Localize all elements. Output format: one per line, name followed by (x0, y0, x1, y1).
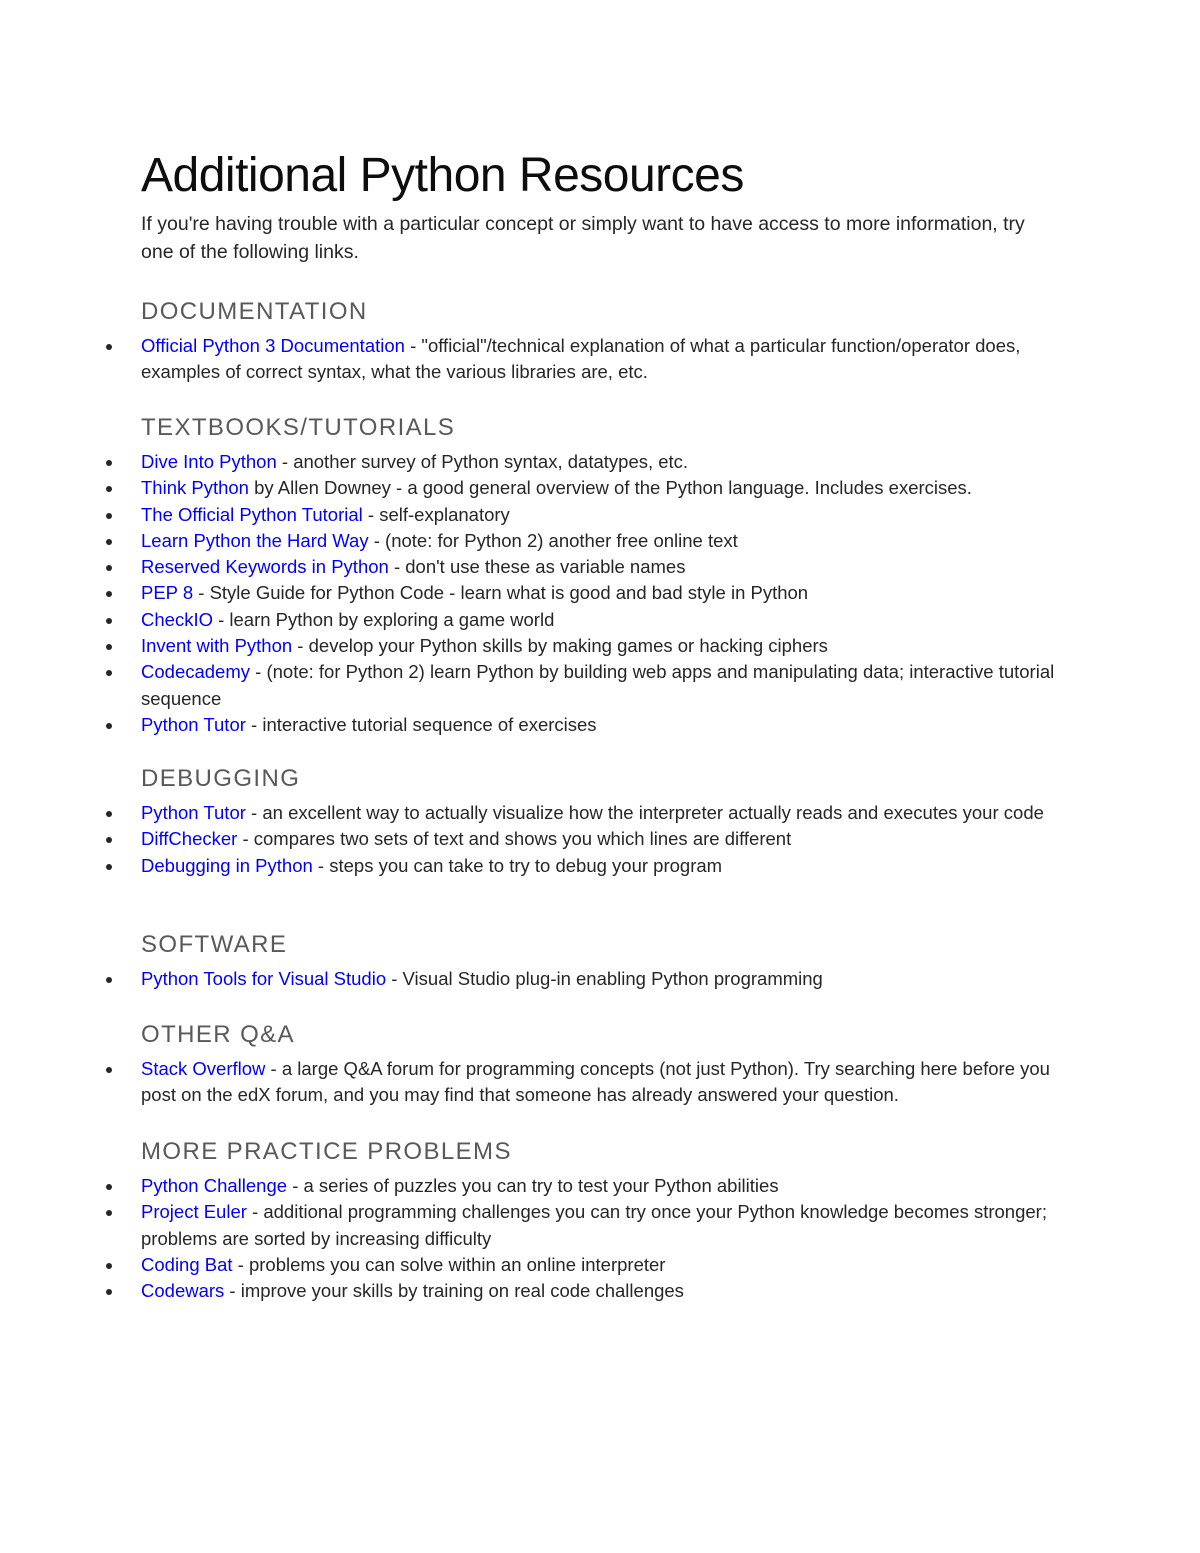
resource-link[interactable]: PEP 8 (141, 582, 193, 603)
bullet-icon (106, 617, 112, 624)
bullet-icon (106, 977, 112, 983)
resource-description: - a large Q&A forum for programming conc… (141, 1058, 1050, 1106)
section-heading: MORE PRACTICE PROBLEMS (141, 1138, 512, 1165)
bullet-icon (106, 863, 112, 870)
list-item: Coding Bat - problems you can solve with… (0, 1252, 1071, 1278)
resource-link[interactable]: Python Tutor (141, 714, 246, 735)
list-item: Debugging in Python - steps you can take… (0, 853, 1071, 879)
resource-link[interactable]: Learn Python the Hard Way (141, 530, 369, 551)
resource-link[interactable]: Project Euler (141, 1201, 247, 1222)
bullet-icon (106, 837, 112, 844)
bullet-icon (106, 591, 112, 598)
list-item: Project Euler - additional programming c… (0, 1199, 1071, 1252)
bullet-icon (106, 670, 112, 677)
list-item: CheckIO - learn Python by exploring a ga… (0, 607, 1071, 633)
resource-description: - compares two sets of text and shows yo… (237, 828, 792, 850)
resource-description: - interactive tutorial sequence of exerc… (245, 713, 597, 735)
resource-link[interactable]: CheckIO (141, 609, 213, 630)
list-item: Invent with Python - develop your Python… (0, 633, 1071, 659)
resource-description: - a series of puzzles you can try to tes… (287, 1175, 779, 1196)
resource-list: Python Tools for Visual Studio - Visual … (0, 966, 1200, 992)
list-item: Dive Into Python - another survey of Pyt… (0, 449, 1071, 475)
bullet-icon (106, 1210, 112, 1217)
list-item: Python Challenge - a series of puzzles y… (0, 1173, 1071, 1199)
resource-link[interactable]: The Official Python Tutorial (141, 504, 363, 525)
list-item: Official Python 3 Documentation - "offic… (0, 333, 1071, 386)
list-item: Python Tutor - interactive tutorial sequ… (0, 712, 1071, 738)
resource-description: - Visual Studio plug-in enabling Python … (386, 968, 823, 989)
document-page: Additional Python Resources If you're ha… (0, 0, 1200, 1553)
bullet-icon (106, 1184, 112, 1190)
list-item: Reserved Keywords in Python - don't use … (0, 554, 1071, 580)
resource-description: - don't use these as variable names (388, 556, 686, 578)
list-item: Codewars - improve your skills by traini… (0, 1278, 1071, 1304)
resource-list: Official Python 3 Documentation - "offic… (0, 333, 1200, 386)
bullet-icon (106, 644, 112, 651)
resource-description: - additional programming challenges you … (141, 1201, 1047, 1249)
bullet-icon (106, 565, 112, 572)
bullet-icon (106, 1262, 112, 1269)
resource-list: Python Challenge - a series of puzzles y… (0, 1173, 1200, 1304)
resource-link[interactable]: DiffChecker (141, 828, 237, 849)
list-item: Python Tutor - an excellent way to actua… (0, 800, 1071, 826)
resource-description: - develop your Python skills by making g… (292, 635, 828, 657)
list-item: PEP 8 - Style Guide for Python Code - le… (0, 580, 1071, 606)
bullet-icon (106, 1289, 112, 1296)
resource-link[interactable]: Invent with Python (141, 635, 292, 656)
resource-link[interactable]: Dive Into Python (141, 451, 277, 472)
resource-description: - Style Guide for Python Code - learn wh… (193, 582, 809, 604)
bullet-icon (106, 722, 112, 729)
bullet-icon (106, 512, 112, 519)
resource-list: Stack Overflow - a large Q&A forum for p… (0, 1056, 1200, 1109)
list-item: Codecademy - (note: for Python 2) learn … (0, 659, 1071, 712)
resource-link[interactable]: Codecademy (141, 661, 250, 682)
intro-paragraph: If you're having trouble with a particul… (141, 213, 1025, 263)
section-heading: DOCUMENTATION (141, 298, 368, 325)
resource-description: - improve your skills by training on rea… (224, 1280, 684, 1302)
resource-description: - (note: for Python 2) another free onli… (368, 529, 738, 551)
list-item: DiffChecker - compares two sets of text … (0, 826, 1071, 852)
resource-description: by Allen Downey - a good general overvie… (248, 477, 972, 499)
bullet-icon (106, 538, 112, 545)
bullet-icon (106, 1067, 112, 1073)
section-heading: SOFTWARE (141, 931, 288, 958)
resource-description: - an excellent way to actually visualize… (245, 802, 1044, 823)
resource-link[interactable]: Think Python (141, 477, 249, 498)
bullet-icon (106, 486, 112, 493)
resource-link[interactable]: Python Tools for Visual Studio (141, 968, 386, 989)
list-item: Python Tools for Visual Studio - Visual … (0, 966, 1071, 992)
bullet-icon (106, 811, 112, 817)
resource-list: Python Tutor - an excellent way to actua… (0, 800, 1200, 879)
list-item: Stack Overflow - a large Q&A forum for p… (0, 1056, 1071, 1109)
list-item: Learn Python the Hard Way - (note: for P… (0, 528, 1071, 554)
bullet-icon (106, 460, 112, 466)
list-item: The Official Python Tutorial - self-expl… (0, 502, 1071, 528)
resource-link[interactable]: Official Python 3 Documentation (141, 335, 405, 356)
resource-link[interactable]: Coding Bat (141, 1254, 233, 1275)
page-title: Additional Python Resources (141, 149, 744, 202)
resource-description: - self-explanatory (362, 503, 510, 525)
resource-link[interactable]: Debugging in Python (141, 855, 313, 876)
list-item: Think Python by Allen Downey - a good ge… (0, 475, 1071, 501)
resource-description: - steps you can take to try to debug you… (312, 854, 723, 876)
resource-description: - problems you can solve within an onlin… (232, 1253, 666, 1275)
section-heading: OTHER Q&A (141, 1021, 295, 1048)
resource-description: - (note: for Python 2) learn Python by b… (141, 661, 1055, 709)
resource-link[interactable]: Python Tutor (141, 802, 246, 823)
bullet-icon (106, 344, 112, 350)
resource-link[interactable]: Reserved Keywords in Python (141, 556, 389, 577)
resource-link[interactable]: Stack Overflow (141, 1058, 265, 1079)
resource-link[interactable]: Codewars (141, 1280, 224, 1301)
resource-link[interactable]: Python Challenge (141, 1175, 287, 1196)
resource-description: - another survey of Python syntax, datat… (276, 451, 689, 472)
resource-list: Dive Into Python - another survey of Pyt… (0, 449, 1200, 738)
section-heading: TEXTBOOKS/TUTORIALS (141, 414, 456, 441)
section-heading: DEBUGGING (141, 765, 301, 792)
resource-description: - learn Python by exploring a game world (212, 608, 555, 630)
